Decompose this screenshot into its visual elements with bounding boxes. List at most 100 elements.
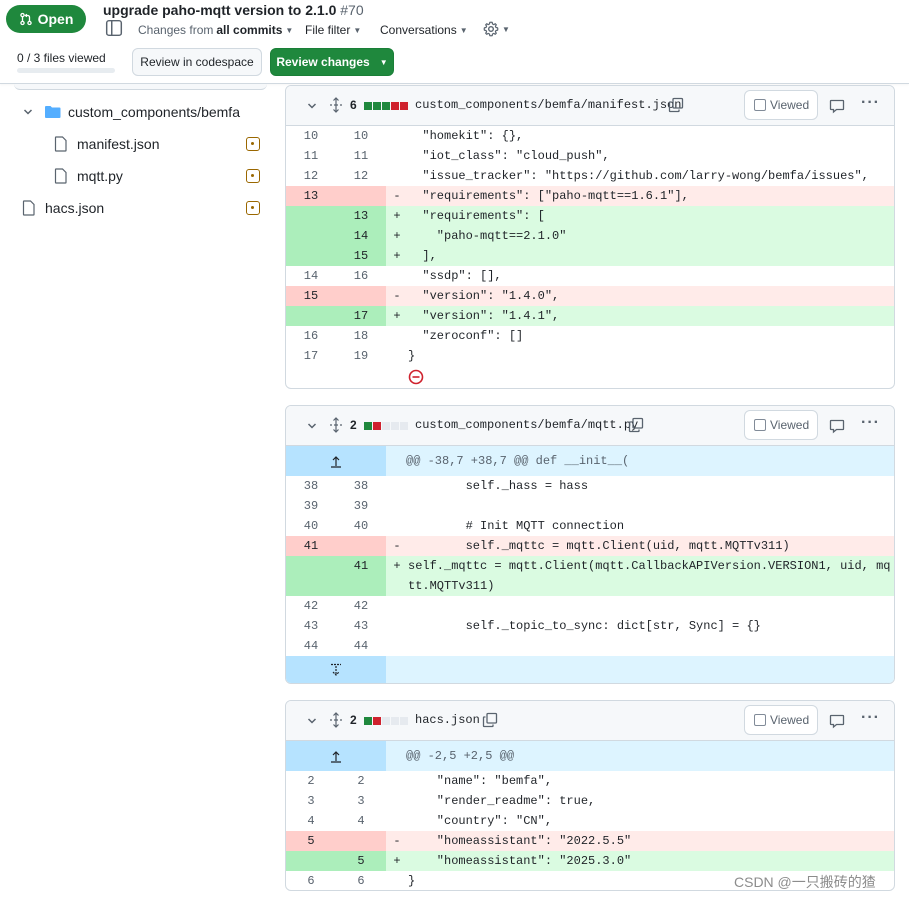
kebab-menu-icon[interactable]: ··· bbox=[861, 414, 880, 432]
expand-up-button[interactable] bbox=[286, 446, 386, 476]
file-name[interactable]: custom_components/bemfa/manifest.json bbox=[415, 98, 681, 112]
old-line-number[interactable]: 41 bbox=[286, 536, 336, 556]
old-line-number[interactable]: 38 bbox=[286, 476, 336, 496]
new-line-number[interactable] bbox=[336, 286, 386, 306]
copy-icon[interactable] bbox=[628, 417, 644, 433]
old-line-number[interactable]: 44 bbox=[286, 636, 336, 656]
tree-file-manifest[interactable]: manifest.json bbox=[54, 133, 159, 155]
new-line-number[interactable]: 10 bbox=[336, 126, 386, 146]
new-line-number[interactable] bbox=[336, 536, 386, 556]
conversations-menu[interactable]: Conversations ▼ bbox=[380, 23, 468, 37]
file-name[interactable]: hacs.json bbox=[415, 713, 480, 727]
comment-icon[interactable] bbox=[829, 418, 845, 434]
expand-down-button[interactable] bbox=[286, 656, 386, 683]
new-line-number[interactable]: 19 bbox=[336, 346, 386, 366]
tree-file-mqtt[interactable]: mqtt.py bbox=[54, 165, 123, 187]
old-line-number[interactable]: 6 bbox=[286, 871, 336, 890]
file-name[interactable]: custom_components/bemfa/mqtt.py bbox=[415, 418, 638, 432]
changes-from-label: Changes from bbox=[138, 23, 214, 37]
files-viewed-progress bbox=[17, 68, 115, 73]
context-line: 17 19 } bbox=[286, 346, 894, 366]
chevron-down-icon[interactable] bbox=[306, 715, 318, 727]
chevron-down-icon[interactable] bbox=[306, 420, 318, 432]
sidebar-toggle-icon[interactable] bbox=[105, 19, 123, 37]
viewed-checkbox[interactable]: Viewed bbox=[744, 410, 818, 440]
old-line-number[interactable] bbox=[286, 851, 336, 871]
new-line-number[interactable]: 5 bbox=[336, 851, 386, 871]
file-header: 2 custom_components/bemfa/mqtt.py Viewed… bbox=[286, 406, 894, 446]
old-line-number[interactable]: 12 bbox=[286, 166, 336, 186]
new-line-number[interactable]: 44 bbox=[336, 636, 386, 656]
review-changes-button[interactable]: Review changes ▼ bbox=[270, 48, 394, 76]
comment-icon[interactable] bbox=[829, 98, 845, 114]
unfold-icon[interactable] bbox=[329, 712, 343, 728]
old-line-number[interactable] bbox=[286, 206, 336, 226]
old-line-number[interactable]: 10 bbox=[286, 126, 336, 146]
old-line-number[interactable]: 39 bbox=[286, 496, 336, 516]
new-line-number[interactable]: 12 bbox=[336, 166, 386, 186]
new-line-number[interactable]: 41 bbox=[336, 556, 386, 596]
new-line-number[interactable]: 13 bbox=[336, 206, 386, 226]
file-filter-menu[interactable]: File filter ▼ bbox=[305, 23, 361, 37]
viewed-checkbox[interactable]: Viewed bbox=[744, 90, 818, 120]
diff-sign bbox=[386, 771, 408, 791]
new-line-number[interactable]: 42 bbox=[336, 596, 386, 616]
old-line-number[interactable] bbox=[286, 226, 336, 246]
code-text: "iot_class": "cloud_push", bbox=[408, 149, 610, 163]
settings-menu[interactable]: ▼ bbox=[483, 21, 510, 37]
new-line-number[interactable]: 38 bbox=[336, 476, 386, 496]
new-line-number[interactable]: 14 bbox=[336, 226, 386, 246]
unfold-icon[interactable] bbox=[329, 97, 343, 113]
comment-icon[interactable] bbox=[829, 713, 845, 729]
changes-from-menu[interactable]: Changes from all commits ▼ bbox=[138, 23, 293, 37]
old-line-number[interactable]: 13 bbox=[286, 186, 336, 206]
viewed-checkbox[interactable]: Viewed bbox=[744, 705, 818, 735]
new-line-number[interactable]: 11 bbox=[336, 146, 386, 166]
new-line-number[interactable]: 17 bbox=[336, 306, 386, 326]
old-line-number[interactable]: 17 bbox=[286, 346, 336, 366]
new-line-number[interactable]: 15 bbox=[336, 246, 386, 266]
new-line-number[interactable]: 3 bbox=[336, 791, 386, 811]
old-line-number[interactable] bbox=[286, 306, 336, 326]
sidebar-search-bottom bbox=[14, 84, 267, 90]
new-line-number[interactable]: 16 bbox=[336, 266, 386, 286]
old-line-number[interactable] bbox=[286, 246, 336, 266]
old-line-number[interactable]: 14 bbox=[286, 266, 336, 286]
file-modified-icon bbox=[246, 137, 260, 151]
new-line-number[interactable] bbox=[336, 831, 386, 851]
old-line-number[interactable]: 16 bbox=[286, 326, 336, 346]
old-line-number[interactable]: 42 bbox=[286, 596, 336, 616]
old-line-number[interactable]: 15 bbox=[286, 286, 336, 306]
diff-sign: + bbox=[393, 249, 401, 263]
copy-icon[interactable] bbox=[482, 712, 498, 728]
copy-icon[interactable] bbox=[668, 97, 684, 113]
code-text: ], bbox=[408, 249, 437, 263]
old-line-number[interactable]: 5 bbox=[286, 831, 336, 851]
new-line-number[interactable]: 43 bbox=[336, 616, 386, 636]
new-line-number[interactable]: 4 bbox=[336, 811, 386, 831]
kebab-menu-icon[interactable]: ··· bbox=[861, 709, 880, 727]
old-line-number[interactable]: 3 bbox=[286, 791, 336, 811]
old-line-number[interactable]: 43 bbox=[286, 616, 336, 636]
context-line: 12 12 "issue_tracker": "https://github.co… bbox=[286, 166, 894, 186]
new-line-number[interactable]: 39 bbox=[336, 496, 386, 516]
unfold-icon[interactable] bbox=[329, 417, 343, 433]
remove-circle-icon[interactable] bbox=[408, 369, 424, 385]
kebab-menu-icon[interactable]: ··· bbox=[861, 94, 880, 112]
old-line-number[interactable] bbox=[286, 556, 336, 596]
expand-up-button[interactable] bbox=[286, 741, 386, 771]
old-line-number[interactable]: 4 bbox=[286, 811, 336, 831]
new-line-number[interactable]: 40 bbox=[336, 516, 386, 536]
new-line-number[interactable] bbox=[336, 186, 386, 206]
chevron-down-icon[interactable] bbox=[306, 100, 318, 112]
old-line-number[interactable]: 40 bbox=[286, 516, 336, 536]
tree-folder[interactable]: custom_components/bemfa bbox=[22, 101, 240, 123]
expand-down-row bbox=[286, 656, 894, 683]
new-line-number[interactable]: 2 bbox=[336, 771, 386, 791]
new-line-number[interactable]: 18 bbox=[336, 326, 386, 346]
review-in-codespace-button[interactable]: Review in codespace bbox=[132, 48, 262, 76]
old-line-number[interactable]: 2 bbox=[286, 771, 336, 791]
old-line-number[interactable]: 11 bbox=[286, 146, 336, 166]
tree-file-hacs[interactable]: hacs.json bbox=[22, 197, 104, 219]
new-line-number[interactable]: 6 bbox=[336, 871, 386, 890]
